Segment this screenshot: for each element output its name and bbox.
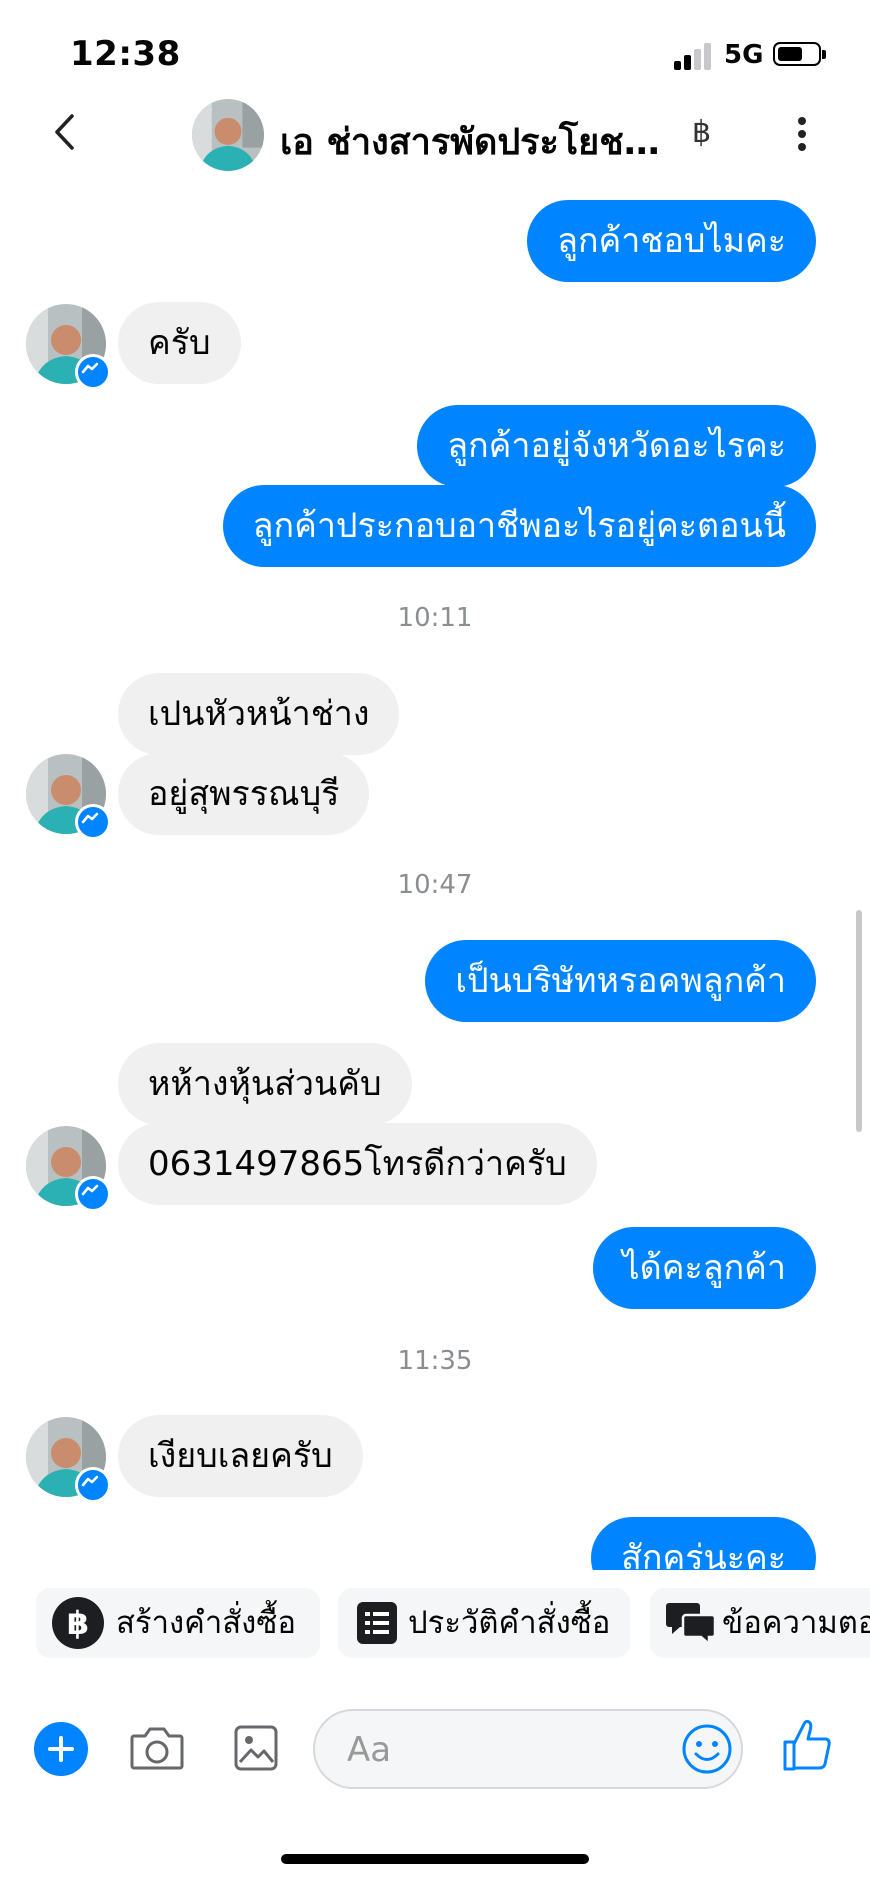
- message-input[interactable]: [345, 1725, 679, 1775]
- saved-replies-chip[interactable]: ข้อความตอบกลับ: [650, 1588, 870, 1658]
- outgoing-message[interactable]: ลูกค้าชอบไมคะ: [527, 200, 816, 282]
- incoming-message[interactable]: เงียบเลยครับ: [118, 1415, 363, 1497]
- status-time: 12:38: [70, 34, 181, 74]
- shop-baht-icon: ฿: [692, 115, 712, 150]
- thumbs-up-icon: [783, 1719, 831, 1771]
- order-history-label: ประวัติคำสั่งซื้อ: [408, 1605, 611, 1641]
- cellular-signal-icon: [674, 42, 714, 70]
- conversation-thread: ลูกค้าชอบไมคะ ครับ ลูกค้าอยู่จังหวัดอะไร…: [0, 180, 870, 1570]
- messenger-badge-icon: [75, 1467, 111, 1503]
- status-bar: 12:38 5G: [0, 0, 870, 100]
- outgoing-message[interactable]: ลูกค้าอยู่จังหวัดอะไรคะ: [417, 405, 816, 487]
- incoming-message[interactable]: ครับ: [118, 302, 241, 384]
- messenger-badge-icon: [75, 804, 111, 840]
- back-button[interactable]: [46, 109, 86, 155]
- order-history-chip[interactable]: ประวัติคำสั่งซื้อ: [338, 1588, 630, 1658]
- baht-icon: ฿: [52, 1597, 104, 1649]
- timestamp: 11:35: [397, 1346, 473, 1376]
- message-composer: [0, 1700, 870, 1800]
- gallery-icon: [234, 1725, 278, 1771]
- more-options-button[interactable]: [790, 113, 814, 157]
- outgoing-message[interactable]: เป็นบริษัทหรอคพลูกค้า: [425, 940, 816, 1022]
- outgoing-message[interactable]: สักครู่นะคะ: [591, 1517, 816, 1570]
- gallery-button[interactable]: [234, 1724, 278, 1772]
- chat-header: เอ ช่างสารพัดประโยชน์... ฿: [0, 95, 870, 175]
- plus-icon: [34, 1722, 88, 1776]
- messenger-badge-icon: [75, 1176, 111, 1212]
- quick-actions-bar: ฿ สร้างคำสั่งซื้อ ประวัติคำสั่งซื้อ ข้อค…: [0, 1588, 870, 1658]
- create-order-chip[interactable]: ฿ สร้างคำสั่งซื้อ: [36, 1588, 320, 1658]
- order-list-icon: [357, 1602, 397, 1644]
- saved-replies-label: ข้อความตอบกลับ: [722, 1605, 870, 1641]
- create-order-label: สร้างคำสั่งซื้อ: [116, 1605, 296, 1641]
- outgoing-message[interactable]: ลูกค้าประกอบอาชีพอะไรอยู่คะตอนนี้: [222, 485, 816, 567]
- messenger-badge-icon: [75, 354, 111, 390]
- chevron-left-icon: [55, 114, 74, 150]
- camera-button[interactable]: [130, 1724, 184, 1772]
- network-type: 5G: [724, 40, 764, 70]
- contact-avatar[interactable]: [192, 99, 264, 171]
- svg-text:฿: ฿: [67, 1604, 89, 1642]
- incoming-message[interactable]: เปนหัวหน้าช่าง: [118, 673, 400, 755]
- incoming-message[interactable]: อยู่สุพรรณบุรี: [118, 753, 370, 835]
- outgoing-message[interactable]: ได้คะลูกค้า: [592, 1227, 816, 1309]
- emoji-icon[interactable]: [681, 1723, 733, 1775]
- incoming-message[interactable]: 0631497865โทรดีกว่าครับ: [118, 1123, 597, 1205]
- contact-name[interactable]: เอ ช่างสารพัดประโยชน์...: [280, 113, 680, 170]
- scrollbar[interactable]: [856, 910, 862, 1132]
- camera-icon: [130, 1727, 184, 1770]
- home-indicator: [281, 1854, 589, 1864]
- incoming-message[interactable]: หห้างหุ้นส่วนคับ: [118, 1043, 412, 1125]
- like-button[interactable]: [782, 1718, 832, 1772]
- battery-icon: [773, 42, 826, 66]
- message-input-box[interactable]: [313, 1709, 743, 1789]
- add-button[interactable]: [34, 1722, 88, 1776]
- chat-bubbles-icon: [666, 1603, 716, 1646]
- timestamp: 10:47: [397, 870, 473, 900]
- timestamp: 10:11: [397, 603, 473, 633]
